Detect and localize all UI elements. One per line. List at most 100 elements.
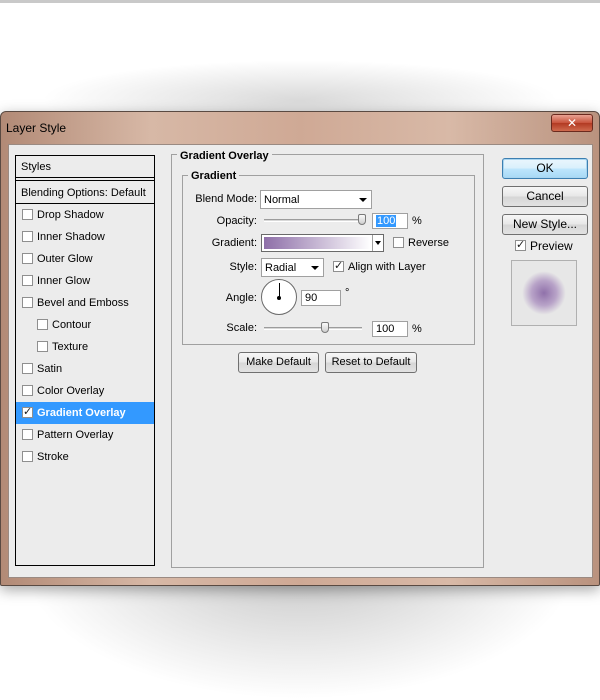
gradient-picker[interactable] <box>261 234 384 252</box>
blend-mode-select[interactable]: Normal <box>260 190 372 209</box>
style-value: Radial <box>265 262 297 274</box>
styles-list: Styles Blending Options: Default Drop Sh… <box>15 155 155 566</box>
style-item-checkbox[interactable] <box>22 429 33 440</box>
layer-style-dialog: Layer Style ✕ Styles Blending Options: D… <box>0 111 600 586</box>
ok-label: OK <box>536 161 554 175</box>
gradient-preview[interactable] <box>264 237 371 249</box>
reverse-checkbox[interactable] <box>393 237 404 248</box>
group-title: Gradient <box>188 170 240 182</box>
angle-unit: ° <box>345 287 350 299</box>
style-item-checkbox[interactable] <box>22 405 33 418</box>
angle-value: 90 <box>305 292 318 304</box>
style-item-label: Satin <box>37 363 63 375</box>
style-item-checkbox[interactable] <box>22 253 33 264</box>
style-item-label: Inner Glow <box>37 275 91 287</box>
styles-header[interactable]: Styles <box>16 156 154 178</box>
style-item-bevel-and-emboss[interactable]: Bevel and Emboss <box>16 292 154 314</box>
align-with-layer-label: Align with Layer <box>348 261 426 273</box>
new-style-button[interactable]: New Style... <box>502 214 588 235</box>
style-item-label: Contour <box>52 319 92 331</box>
dialog-title: Layer Style <box>6 121 67 135</box>
preview-checkbox[interactable] <box>515 238 526 251</box>
opacity-slider-track[interactable] <box>264 219 366 222</box>
reset-to-default-label: Reset to Default <box>331 356 411 368</box>
gradient-overlay-group: Gradient Overlay Gradient Blend Mode: No… <box>171 150 484 568</box>
make-default-label: Make Default <box>246 356 311 368</box>
reset-to-default-button[interactable]: Reset to Default <box>325 352 417 373</box>
new-style-label: New Style... <box>512 217 578 231</box>
style-item-label: Texture <box>52 341 89 353</box>
chevron-down-icon <box>359 198 367 202</box>
opacity-unit: % <box>412 215 422 227</box>
opacity-label: Opacity: <box>216 215 257 227</box>
preview-swatch <box>522 271 566 315</box>
style-item-checkbox[interactable] <box>37 319 48 330</box>
close-button[interactable]: ✕ <box>551 114 593 132</box>
style-item-pattern-overlay[interactable]: Pattern Overlay <box>16 424 154 446</box>
style-label: Style: <box>229 261 257 273</box>
style-item-label: Pattern Overlay <box>37 429 114 441</box>
style-item-label: Drop Shadow <box>37 209 104 221</box>
style-item-label: Stroke <box>37 451 69 463</box>
blend-mode-value: Normal <box>264 194 300 206</box>
style-item-texture[interactable]: Texture <box>16 336 154 358</box>
scale-label: Scale: <box>226 322 257 334</box>
page-top-rule <box>0 0 600 3</box>
style-item-checkbox[interactable] <box>22 209 33 220</box>
style-item-label: Bevel and Emboss <box>37 297 129 309</box>
styles-header-label: Styles <box>21 161 51 173</box>
style-item-checkbox[interactable] <box>22 231 33 242</box>
style-item-label: Gradient Overlay <box>37 407 126 419</box>
scale-input[interactable]: 100 <box>372 321 408 337</box>
angle-dial[interactable] <box>261 279 297 315</box>
style-item-checkbox[interactable] <box>22 297 33 308</box>
scale-value: 100 <box>376 323 395 335</box>
opacity-slider-handle[interactable] <box>358 214 366 225</box>
chevron-down-icon <box>311 266 319 270</box>
style-item-checkbox[interactable] <box>37 341 48 352</box>
make-default-button[interactable]: Make Default <box>238 352 319 373</box>
style-item-checkbox[interactable] <box>22 385 33 396</box>
angle-dial-center <box>277 296 281 300</box>
style-item-stroke[interactable]: Stroke <box>16 446 154 468</box>
blending-options-label: Blending Options: Default <box>21 187 146 199</box>
style-select[interactable]: Radial <box>261 258 324 277</box>
style-item-checkbox[interactable] <box>22 451 33 462</box>
cancel-button[interactable]: Cancel <box>502 186 588 207</box>
gradient-dropdown-icon[interactable] <box>372 235 383 251</box>
style-item-checkbox[interactable] <box>22 363 33 374</box>
scale-unit: % <box>412 323 422 335</box>
style-items: Drop Shadow Inner Shadow Outer Glow Inner G… <box>16 204 154 468</box>
align-with-layer-checkbox[interactable] <box>333 259 344 272</box>
preview-thumbnail <box>511 260 577 326</box>
section-title: Gradient Overlay <box>177 150 272 162</box>
angle-label: Angle: <box>225 292 257 304</box>
style-item-checkbox[interactable] <box>22 275 33 286</box>
style-item-outer-glow[interactable]: Outer Glow <box>16 248 154 270</box>
style-item-inner-shadow[interactable]: Inner Shadow <box>16 226 154 248</box>
scale-slider-handle[interactable] <box>321 322 329 333</box>
angle-input[interactable]: 90 <box>301 290 341 306</box>
close-icon: ✕ <box>566 116 578 130</box>
title-bar[interactable]: Layer Style ✕ <box>1 112 599 142</box>
style-item-color-overlay[interactable]: Color Overlay <box>16 380 154 402</box>
cancel-label: Cancel <box>526 189 564 203</box>
blending-options-item[interactable]: Blending Options: Default <box>16 180 154 204</box>
opacity-input[interactable]: 100 <box>372 213 408 229</box>
preview-label: Preview <box>530 239 573 253</box>
opacity-value: 100 <box>376 215 397 227</box>
style-item-label: Outer Glow <box>37 253 93 265</box>
gradient-group: Gradient Blend Mode: Normal Opacity: 100… <box>182 170 475 345</box>
style-item-inner-glow[interactable]: Inner Glow <box>16 270 154 292</box>
dialog-body: Styles Blending Options: Default Drop Sh… <box>8 144 593 578</box>
style-item-satin[interactable]: Satin <box>16 358 154 380</box>
style-item-label: Inner Shadow <box>37 231 105 243</box>
style-item-contour[interactable]: Contour <box>16 314 154 336</box>
style-item-gradient-overlay[interactable]: Gradient Overlay <box>16 402 154 424</box>
gradient-label: Gradient: <box>211 237 257 249</box>
style-item-label: Color Overlay <box>37 385 105 397</box>
scale-slider-track[interactable] <box>264 327 362 330</box>
reverse-label: Reverse <box>408 237 449 249</box>
ok-button[interactable]: OK <box>502 158 588 179</box>
style-item-drop-shadow[interactable]: Drop Shadow <box>16 204 154 226</box>
